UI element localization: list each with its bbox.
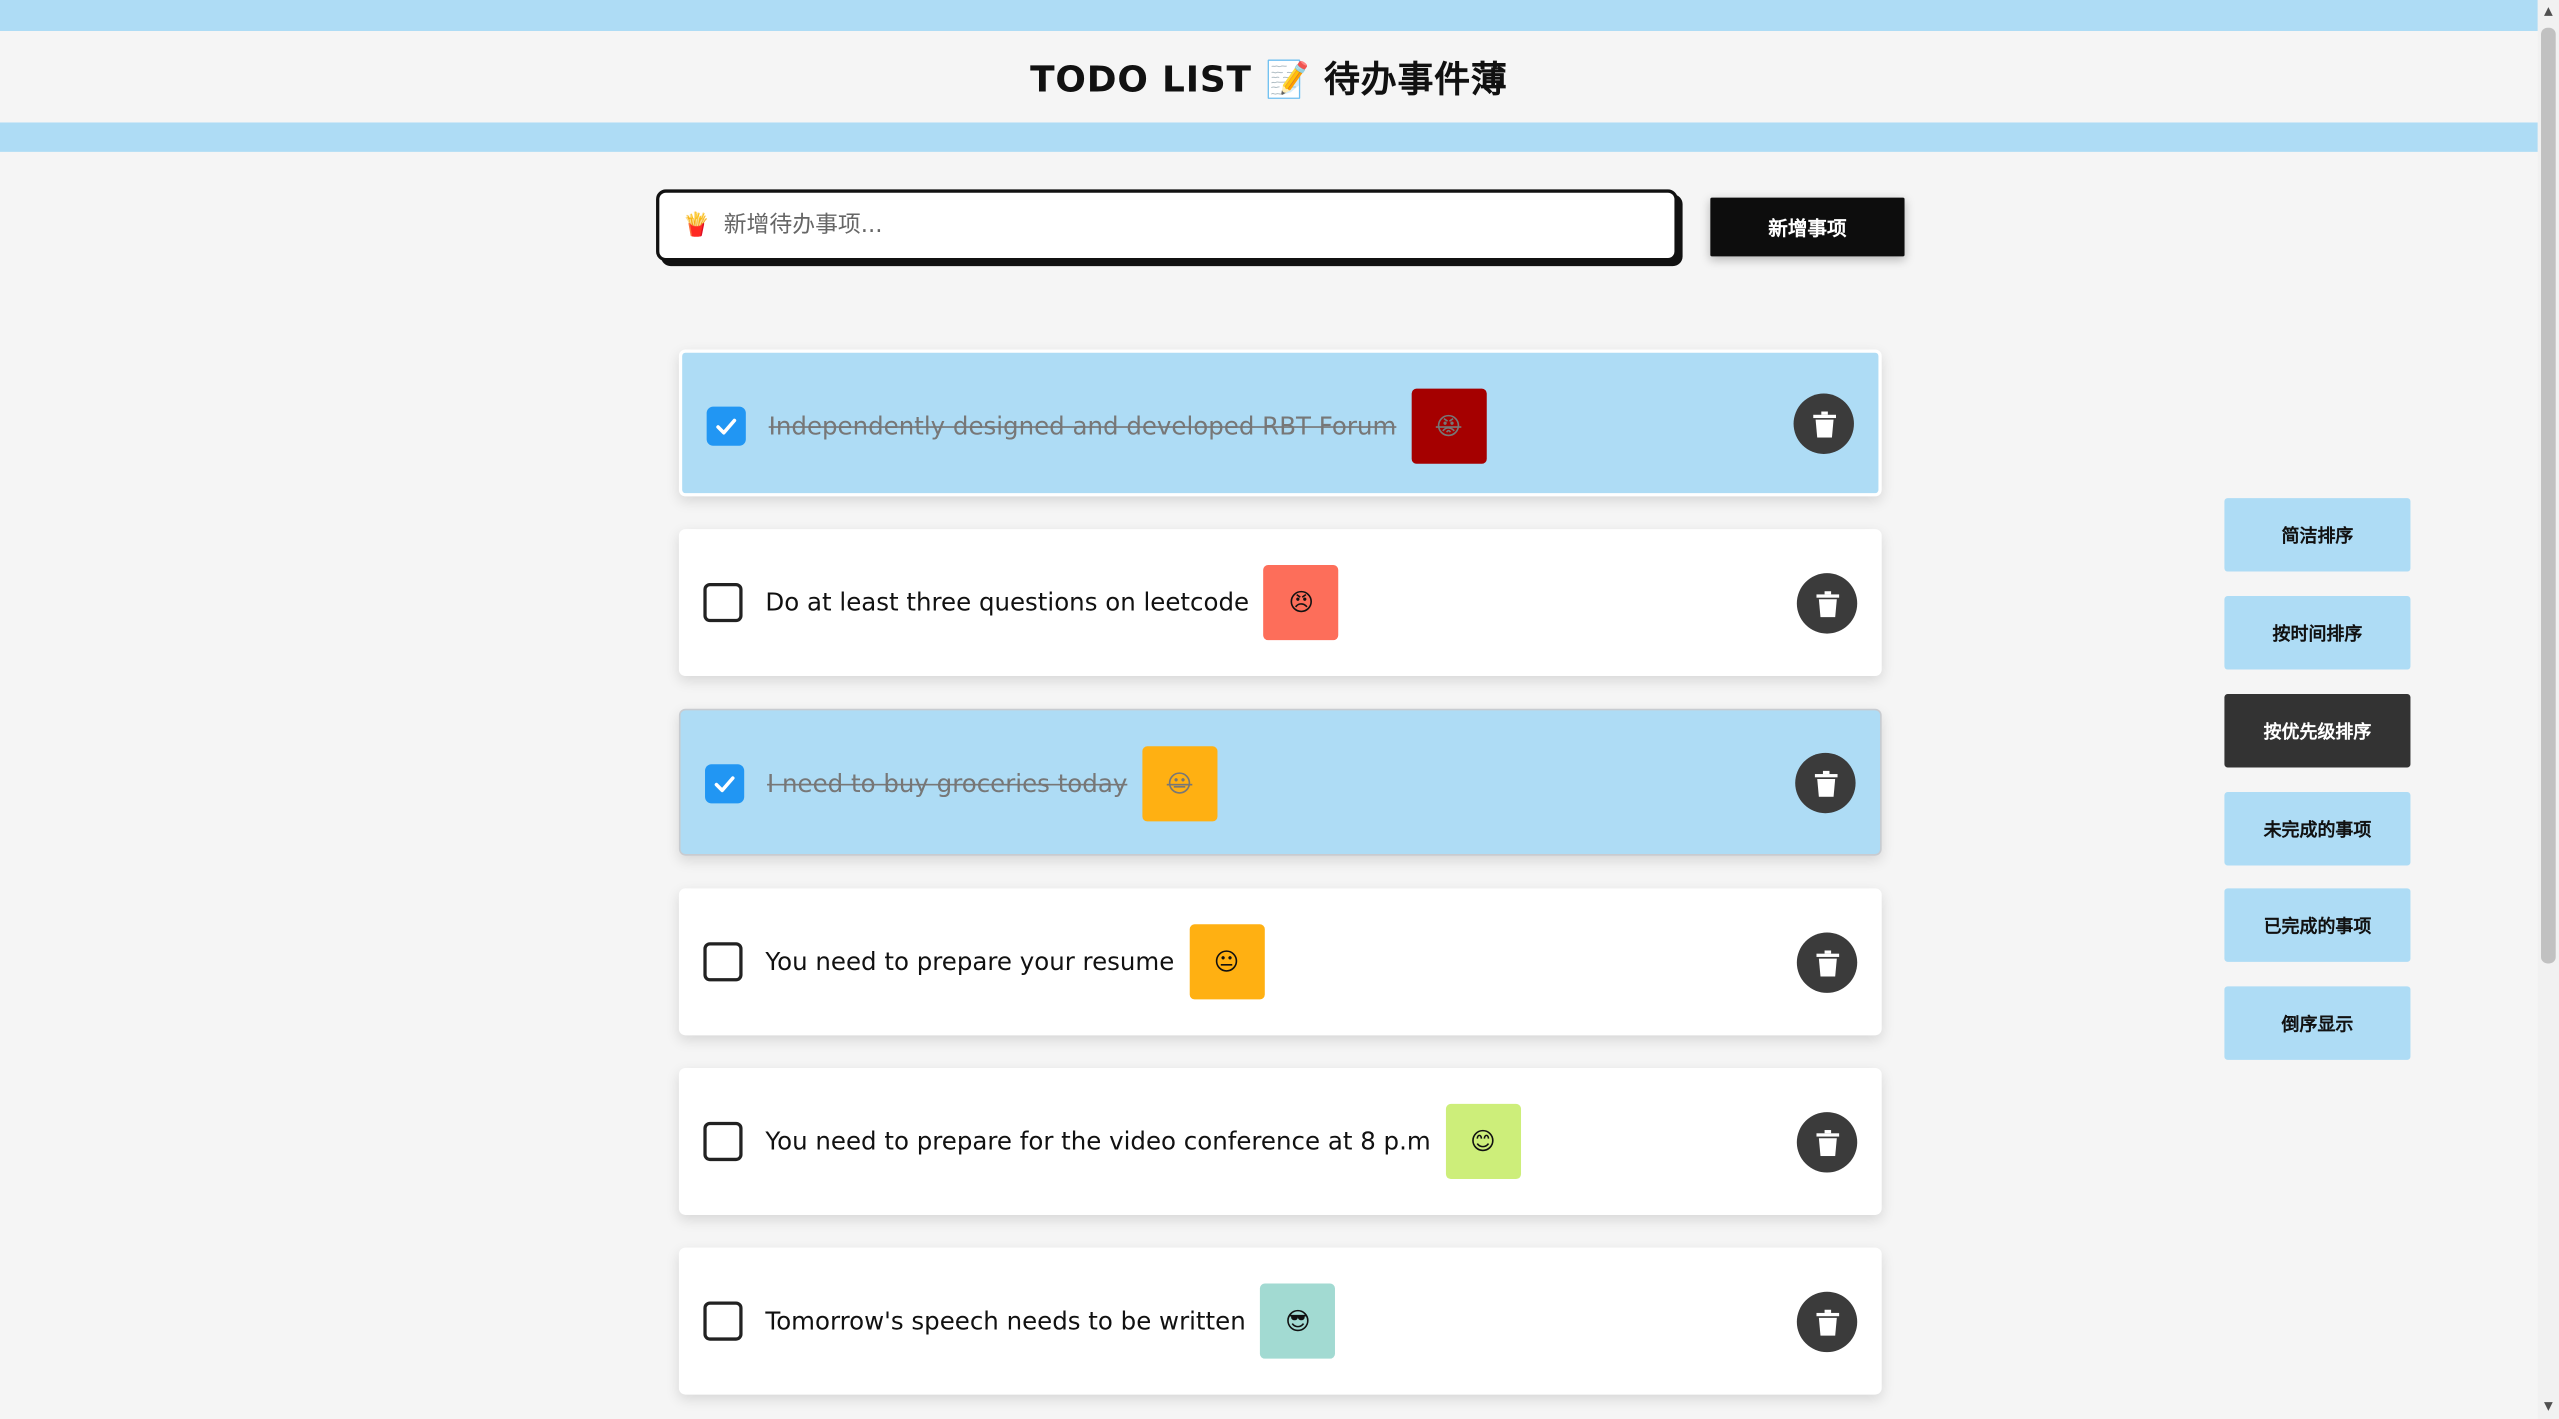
todo-checkbox[interactable] [703, 1121, 743, 1162]
delete-button[interactable] [1796, 1291, 1858, 1353]
check-icon [714, 776, 735, 793]
reverse-order-button[interactable]: 倒序显示 [2224, 986, 2411, 1060]
app-root: TODO LIST 📝 待办事件薄 🍟 新增事项 Independently d… [0, 0, 2559, 1419]
trash-icon [1815, 949, 1839, 976]
todo-item: You need to prepare for the video confer… [678, 1067, 1882, 1215]
todo-checkbox[interactable] [703, 582, 743, 623]
header: TODO LIST 📝 待办事件薄 [0, 31, 2538, 123]
todo-checkbox[interactable] [703, 942, 743, 982]
priority-badge: 😎 [1260, 1283, 1336, 1359]
delete-button[interactable] [1796, 932, 1858, 993]
scroll-down-arrow-icon[interactable]: ▼ [2541, 1398, 2556, 1414]
todo-content: Tomorrow's speech needs to be written 😎 [765, 1248, 1336, 1395]
page-title: TODO LIST 📝 待办事件薄 [1030, 60, 1508, 102]
sort-simple-button[interactable]: 简洁排序 [2224, 498, 2411, 572]
todo-label: Tomorrow's speech needs to be written [765, 1306, 1246, 1336]
new-todo-input[interactable] [720, 210, 1609, 241]
todo-item: I need to buy groceries today 😐 [678, 708, 1882, 857]
header-bottom-stripe [0, 122, 2538, 152]
priority-badge: 😐 [1189, 924, 1265, 1000]
todo-label: I need to buy groceries today [767, 769, 1128, 799]
delete-button[interactable] [1796, 1112, 1858, 1173]
delete-button[interactable] [1796, 573, 1858, 634]
todo-content: You need to prepare your resume 😐 [765, 888, 1265, 1035]
priority-badge: 😐 [1142, 746, 1218, 822]
todo-label: Independently designed and developed RBT… [768, 411, 1397, 441]
trash-icon [1815, 1129, 1839, 1156]
todo-label: You need to prepare your resume [765, 947, 1175, 977]
trash-icon [1813, 769, 1837, 797]
priority-badge: 😡 [1411, 388, 1487, 464]
fries-icon: 🍟 [682, 212, 711, 239]
scroll-up-arrow-icon[interactable]: ▲ [2541, 3, 2556, 19]
todo-item: Do at least three questions on leetcode … [678, 529, 1882, 677]
todo-item: Independently designed and developed RBT… [678, 349, 1882, 497]
todo-checkbox[interactable] [706, 406, 746, 446]
priority-badge: 😊 [1445, 1103, 1521, 1180]
todo-label: You need to prepare for the video confer… [765, 1126, 1431, 1157]
todo-item: Tomorrow's speech needs to be written 😎 [678, 1247, 1882, 1395]
sort-by-time-button[interactable]: 按时间排序 [2224, 596, 2411, 670]
todo-content: I need to buy groceries today 😐 [767, 710, 1218, 857]
todo-label: Do at least three questions on leetcode [765, 587, 1250, 618]
filter-completed-button[interactable]: 已完成的事项 [2224, 888, 2411, 962]
todo-content: You need to prepare for the video confer… [765, 1068, 1521, 1215]
sort-by-priority-button[interactable]: 按优先级排序 [2224, 694, 2411, 768]
trash-icon [1815, 590, 1839, 617]
top-stripe [0, 0, 2538, 32]
todo-checkbox[interactable] [705, 764, 745, 804]
todo-checkbox[interactable] [703, 1301, 743, 1341]
trash-icon [1815, 1308, 1839, 1335]
filter-incomplete-button[interactable]: 未完成的事项 [2224, 792, 2411, 866]
vertical-scrollbar[interactable]: ▲ ▼ [2537, 0, 2559, 1419]
todo-item: You need to prepare your resume 😐 [678, 888, 1882, 1036]
trash-icon [1812, 410, 1836, 437]
delete-button[interactable] [1793, 393, 1854, 454]
scroll-thumb[interactable] [2541, 27, 2556, 964]
todo-content: Do at least three questions on leetcode … [765, 529, 1339, 676]
new-todo-input-wrapper[interactable]: 🍟 [656, 189, 1678, 262]
todo-content: Independently designed and developed RBT… [768, 353, 1487, 500]
add-todo-button[interactable]: 新增事项 [1710, 197, 1905, 257]
check-icon [716, 418, 737, 435]
delete-button[interactable] [1795, 752, 1856, 814]
priority-badge: 😠 [1263, 565, 1339, 641]
